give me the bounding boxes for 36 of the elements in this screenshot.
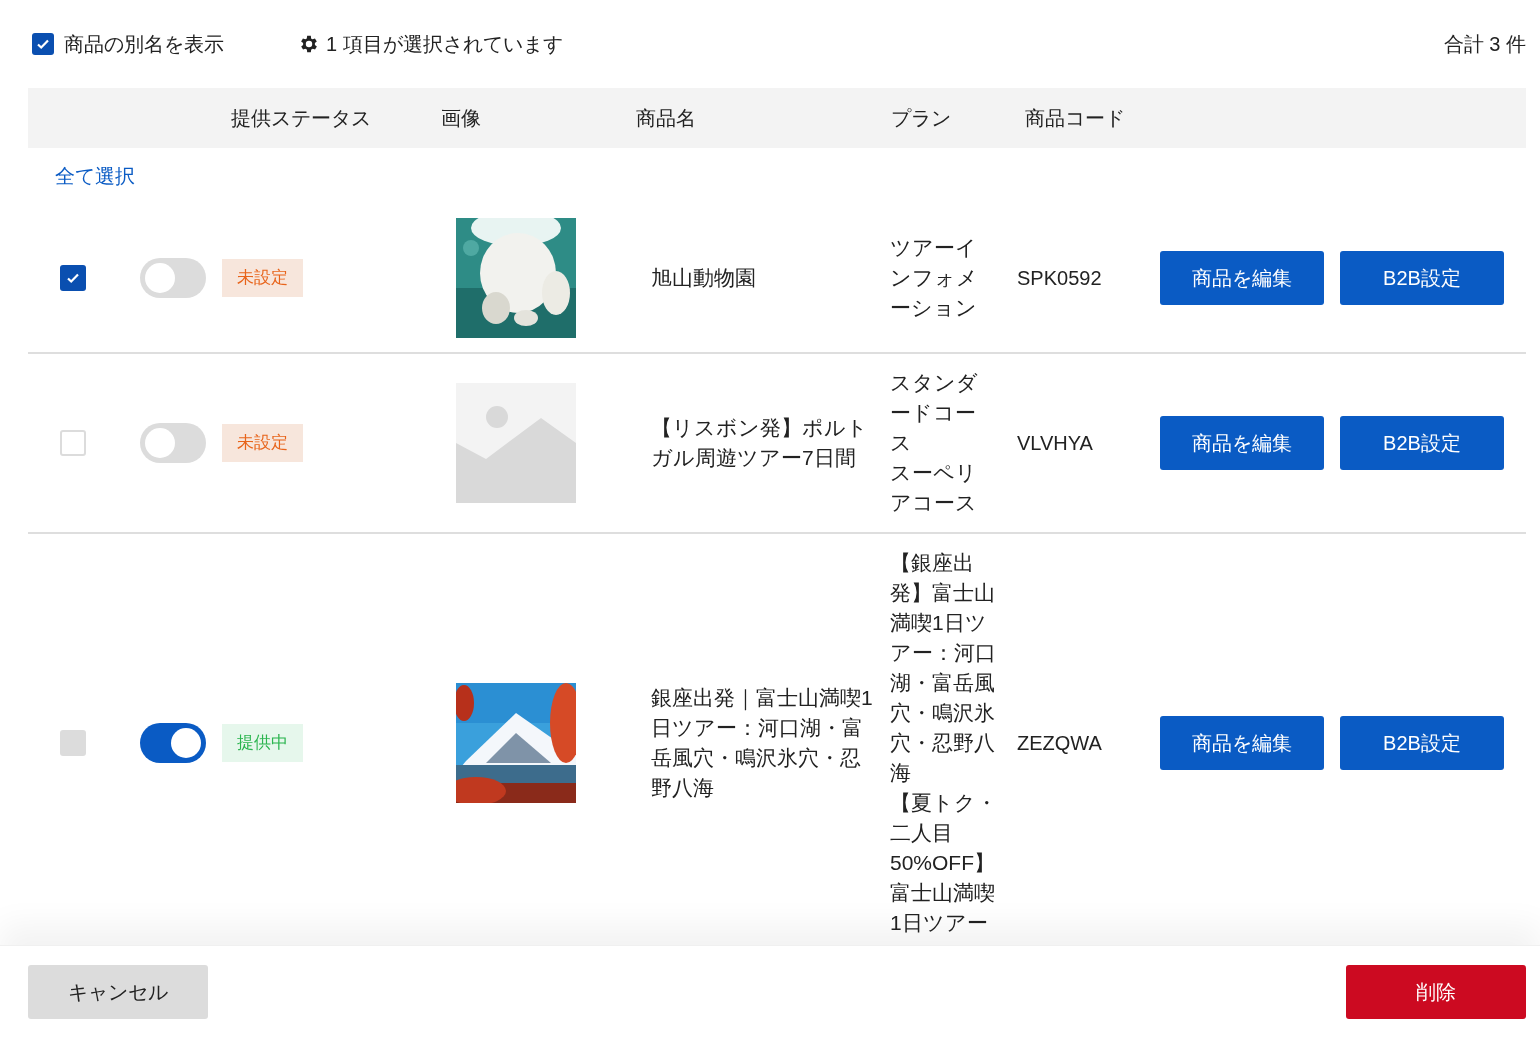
column-header: 画像 xyxy=(441,106,482,131)
selection-count: 1 項目が選択されています xyxy=(326,32,563,57)
product-name: 旭山動物園 xyxy=(651,265,757,291)
column-header: プラン xyxy=(891,106,952,131)
product-code: SPK0592 xyxy=(1017,267,1102,289)
status-badge: 未設定 xyxy=(222,259,303,297)
status-badge: 未設定 xyxy=(222,424,303,462)
checkbox[interactable] xyxy=(32,33,54,55)
plan-name: スーペリアコース xyxy=(890,460,978,516)
image-placeholder-icon xyxy=(456,383,576,503)
plan-name: スタンダードコース xyxy=(890,370,979,456)
row-button[interactable]: 商品を編集 xyxy=(1160,251,1324,305)
total-count: 合計 3 件 xyxy=(1443,32,1526,57)
row-button[interactable]: B2B設定 xyxy=(1340,251,1504,305)
checkbox-label: 商品の別名を表示 xyxy=(64,32,224,57)
row-button[interactable]: B2B設定 xyxy=(1340,416,1504,470)
toggle-switch[interactable] xyxy=(140,423,206,463)
delete-button[interactable]: 削除 xyxy=(1346,965,1526,1019)
settings-icon xyxy=(298,33,320,55)
cancel-button[interactable]: キャンセル xyxy=(28,965,208,1019)
column-header: 提供ステータス xyxy=(231,106,372,131)
status-badge: 提供中 xyxy=(222,724,303,762)
plan-name: 【夏トク・二人目50%OFF】富士山満喫1日ツアー xyxy=(890,790,997,936)
product-code: VLVHYA xyxy=(1017,432,1093,454)
product-name: 銀座出発｜富士山満喫1日ツアー：河口湖・富岳風穴・鳴沢氷穴・忍野八海 xyxy=(651,685,874,801)
product-code: ZEZQWA xyxy=(1017,732,1102,754)
row-button[interactable]: 商品を編集 xyxy=(1160,416,1324,470)
column-header: 商品名 xyxy=(636,106,697,131)
checkbox[interactable] xyxy=(60,265,86,291)
toggle-switch[interactable] xyxy=(140,258,206,298)
checkbox[interactable] xyxy=(60,430,86,456)
product-name: 【リスボン発】ポルトガル周遊ツアー7日間 xyxy=(651,415,869,471)
select-all-link[interactable]: 全て選択 xyxy=(55,161,135,191)
column-header: 商品コード xyxy=(1025,106,1126,131)
plan-name: 【銀座出発】富士山満喫1日ツアー：河口湖・富岳風穴・鳴沢氷穴・忍野八海 xyxy=(890,550,997,786)
plan-name: ツアーインフォメーション xyxy=(890,235,979,321)
